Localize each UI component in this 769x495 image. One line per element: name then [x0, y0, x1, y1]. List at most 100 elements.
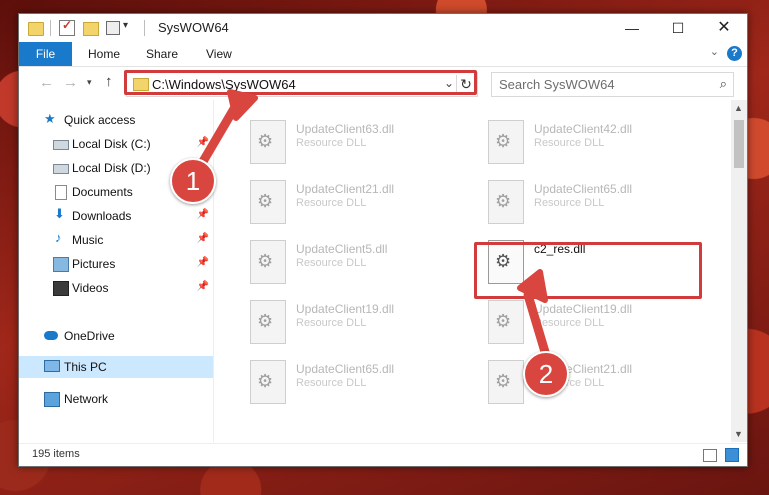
status-bar: 195 items: [19, 443, 747, 466]
expand-ribbon-chevron-icon[interactable]: ⌄: [710, 45, 719, 58]
maximize-button[interactable]: ☐: [655, 14, 701, 42]
list-item[interactable]: UpdateClient42.dll Resource DLL: [482, 116, 702, 174]
file-description: Resource DLL: [534, 317, 605, 329]
pin-icon[interactable]: 📌: [197, 281, 209, 292]
sidebar-item-label: Downloads: [72, 209, 132, 223]
sidebar-item-label: Music: [72, 233, 104, 247]
dll-file-icon: [488, 300, 524, 344]
large-icons-view-icon[interactable]: [725, 448, 739, 462]
ribbon-tabs: File Home Share View ⌄ ?: [19, 42, 747, 67]
sidebar-item-quick-access[interactable]: ★ Quick access: [19, 109, 213, 131]
music-icon: ♪: [55, 230, 62, 245]
file-name: UpdateClient42.dll: [534, 122, 633, 136]
sidebar-item-network[interactable]: Network: [19, 388, 213, 410]
file-description: Resource DLL: [296, 197, 367, 209]
close-button[interactable]: ✕: [701, 14, 747, 42]
details-view-icon[interactable]: [703, 449, 717, 462]
recent-locations-chevron-icon[interactable]: ▾: [87, 77, 92, 88]
sidebar-item-label: Pictures: [72, 257, 116, 271]
window-title: SysWOW64: [158, 20, 229, 35]
dll-file-icon: [250, 360, 286, 404]
dll-file-icon: [250, 240, 286, 284]
scrollbar-thumb[interactable]: [734, 120, 744, 168]
item-count: 195 items: [32, 448, 80, 460]
disk-icon: [53, 140, 69, 150]
sidebar-item-pictures[interactable]: Pictures 📌: [19, 253, 213, 275]
file-highlight: [474, 242, 702, 299]
list-item[interactable]: UpdateClient63.dll Resource DLL: [244, 116, 464, 174]
sidebar-item-label: Local Disk (C:): [72, 137, 151, 151]
file-name: UpdateClient65.dll: [296, 362, 395, 376]
tab-home[interactable]: Home: [88, 42, 120, 66]
quick-access-toolbar-chevron-icon[interactable]: ▾: [123, 20, 128, 31]
search-placeholder: Search SysWOW64: [499, 77, 615, 92]
rename-icon[interactable]: [106, 21, 120, 35]
sidebar-item-label: This PC: [64, 360, 107, 374]
list-item[interactable]: UpdateClient5.dll Resource DLL: [244, 236, 464, 294]
sidebar-item-music[interactable]: ♪ Music 📌: [19, 229, 213, 251]
toolbar-separator: [50, 20, 51, 36]
dll-file-icon: [250, 180, 286, 224]
file-name: UpdateClient63.dll: [296, 122, 395, 136]
sidebar-item-videos[interactable]: Videos 📌: [19, 277, 213, 299]
pictures-icon: [53, 257, 69, 272]
sidebar-item-label: OneDrive: [64, 329, 115, 343]
title-bar: ▾ SysWOW64 — ☐ ✕: [19, 14, 747, 42]
pin-icon[interactable]: 📌: [197, 233, 209, 244]
search-input[interactable]: Search SysWOW64 ⌕: [491, 72, 734, 97]
properties-check-icon[interactable]: [59, 18, 75, 36]
list-item[interactable]: UpdateClient19.dll Resource DLL: [244, 296, 464, 354]
videos-icon: [53, 281, 69, 296]
pin-icon[interactable]: 📌: [197, 137, 209, 148]
list-item[interactable]: UpdateClient65.dll Resource DLL: [244, 356, 464, 414]
documents-icon: [55, 185, 67, 200]
step-one-badge: 1: [170, 158, 216, 204]
download-icon: ⬇: [54, 206, 65, 221]
toolbar-separator: [144, 20, 145, 36]
scroll-up-icon[interactable]: ▲: [734, 103, 743, 113]
tab-share[interactable]: Share: [146, 42, 178, 66]
up-arrow-icon[interactable]: ↑: [105, 73, 113, 90]
list-item[interactable]: UpdateClient21.dll Resource DLL: [244, 176, 464, 234]
star-icon: ★: [44, 111, 56, 126]
new-folder-icon[interactable]: [83, 22, 99, 36]
sidebar-item-label: Network: [64, 392, 109, 406]
minimize-button[interactable]: —: [609, 14, 655, 42]
address-bar-highlight: [124, 70, 477, 95]
sidebar-item-this-pc[interactable]: This PC: [19, 356, 213, 378]
cloud-icon: [44, 331, 58, 340]
dll-file-icon: [250, 300, 286, 344]
dll-file-icon: [488, 120, 524, 164]
list-item[interactable]: UpdateClient21.dll Resource DLL: [482, 356, 702, 414]
dll-file-icon: [488, 360, 524, 404]
navigation-pane: ★ Quick access Local Disk (C:) 📌 Local D…: [19, 100, 214, 442]
list-item[interactable]: UpdateClient65.dll Resource DLL: [482, 176, 702, 234]
file-description: Resource DLL: [296, 377, 367, 389]
network-icon: [44, 392, 60, 407]
search-icon[interactable]: ⌕: [720, 76, 727, 92]
file-name: UpdateClient5.dll: [296, 242, 388, 256]
vertical-scrollbar[interactable]: ▲ ▼: [731, 100, 747, 442]
sidebar-item-label: Local Disk (D:): [72, 161, 151, 175]
file-explorer-window: ▾ SysWOW64 — ☐ ✕ File Home Share View ⌄ …: [18, 13, 748, 467]
folder-icon: [28, 22, 44, 36]
tab-view[interactable]: View: [206, 42, 232, 66]
sidebar-item-downloads[interactable]: ⬇ Downloads 📌: [19, 205, 213, 227]
back-arrow-icon[interactable]: ←: [39, 74, 54, 91]
pin-icon[interactable]: 📌: [197, 209, 209, 220]
forward-arrow-icon[interactable]: →: [63, 74, 78, 91]
file-description: Resource DLL: [296, 317, 367, 329]
help-icon[interactable]: ?: [727, 46, 742, 61]
sidebar-item-local-disk-c[interactable]: Local Disk (C:) 📌: [19, 133, 213, 155]
file-list: UpdateClient63.dll Resource DLL UpdateCl…: [214, 100, 731, 442]
pin-icon[interactable]: 📌: [197, 257, 209, 268]
sidebar-item-label: Quick access: [64, 113, 136, 127]
tab-file[interactable]: File: [19, 42, 72, 66]
scroll-down-icon[interactable]: ▼: [734, 429, 743, 439]
sidebar-item-onedrive[interactable]: OneDrive: [19, 325, 213, 347]
address-row: ← → ▾ ↑ C:\Windows\SysWOW64 ⌄ ↻ Search S…: [19, 67, 747, 99]
list-item[interactable]: UpdateClient19.dll Resource DLL: [482, 296, 702, 354]
sidebar-item-label: Documents: [72, 185, 133, 199]
file-name: UpdateClient21.dll: [296, 182, 395, 196]
computer-icon: [44, 360, 60, 372]
